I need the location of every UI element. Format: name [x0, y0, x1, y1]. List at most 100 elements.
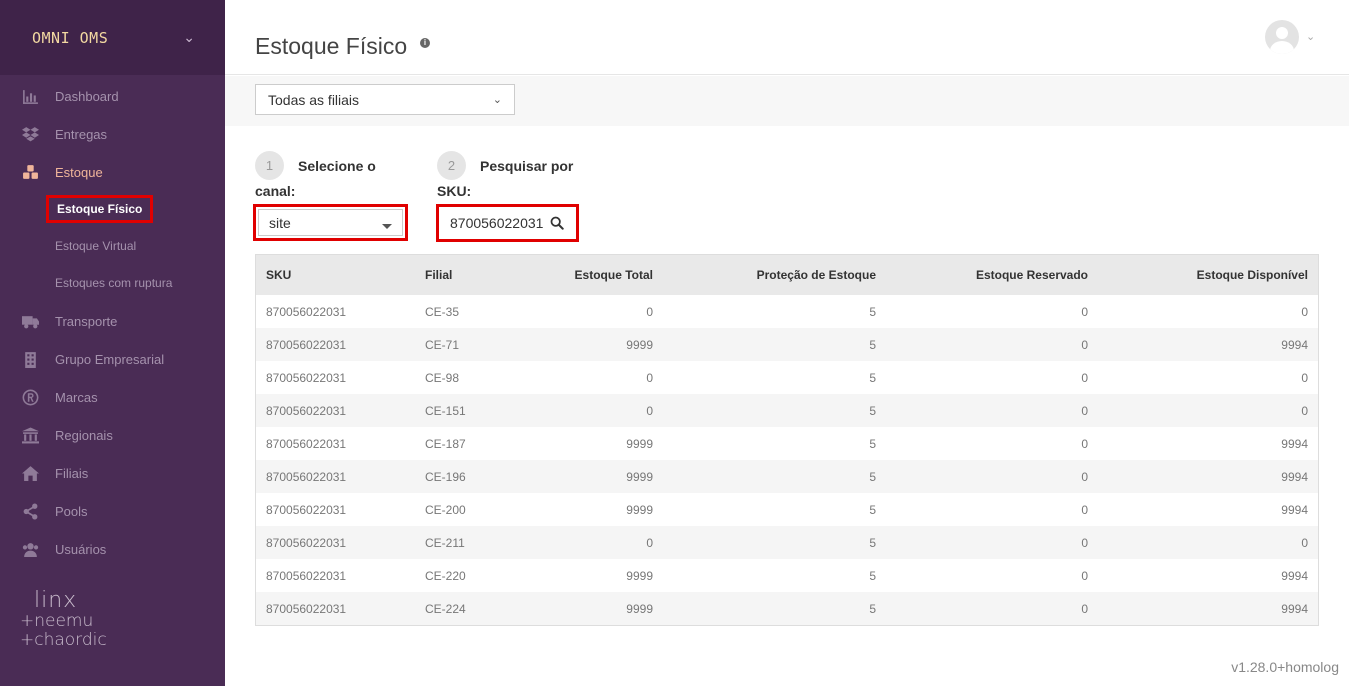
cell-filial: CE-220: [425, 568, 466, 583]
branch-select[interactable]: Todas as filiais ⌄: [255, 84, 515, 115]
bank-icon: [21, 426, 39, 444]
cell-reservado: 0: [1081, 535, 1088, 550]
search-icon[interactable]: [550, 216, 566, 232]
cell-estoque-total: 0: [646, 403, 653, 418]
brand-header[interactable]: OMNI OMS ⌄: [0, 0, 225, 75]
chevron-down-icon: ⌄: [492, 94, 502, 106]
cell-sku: 870056022031: [266, 370, 347, 385]
sidebar-item-label: Grupo Empresarial: [55, 351, 165, 367]
sidebar-item-dashboard[interactable]: Dashboard: [0, 84, 225, 108]
page-header: Estoque Físico i ⌄: [225, 0, 1349, 75]
step-2: 2 Pesquisar por: [437, 151, 573, 180]
stock-table: SKU Filial Estoque Total Proteção de Est…: [255, 254, 1319, 626]
cell-estoque-total: 9999: [626, 568, 653, 583]
cell-disponivel: 9994: [1281, 568, 1308, 583]
cell-protecao: 5: [869, 568, 876, 583]
brand-name: OMNI OMS: [32, 28, 109, 47]
sidebar-item-entregas[interactable]: Entregas: [0, 122, 225, 146]
column-header-protecao[interactable]: Proteção de Estoque: [663, 255, 886, 295]
sidebar-item-pools[interactable]: Pools: [0, 499, 225, 523]
step-label-cont: SKU:: [437, 183, 472, 199]
channel-select[interactable]: site: [253, 204, 408, 241]
cell-disponivel: 0: [1301, 535, 1308, 550]
cell-protecao: 5: [869, 337, 876, 352]
sidebar-item-marcas[interactable]: Marcas: [0, 385, 225, 409]
step-label-cont: canal:: [255, 183, 296, 199]
dropbox-icon: [21, 125, 39, 143]
submenu-estoque-fisico[interactable]: Estoque Físico: [46, 195, 154, 223]
cell-reservado: 0: [1081, 568, 1088, 583]
cell-filial: CE-187: [425, 436, 466, 451]
logo-line-1: linx: [34, 588, 78, 613]
cell-sku: 870056022031: [266, 502, 347, 517]
submenu-estoques-ruptura[interactable]: Estoques com ruptura: [55, 276, 172, 290]
table-row: 870056022031 CE-35 0 5 0 0: [256, 295, 1318, 328]
version-label: v1.28.0+homolog: [1231, 659, 1339, 675]
sidebar-item-usuarios[interactable]: Usuários: [0, 537, 225, 561]
chevron-down-icon[interactable]: ⌄: [1306, 30, 1315, 43]
step-number: 2: [437, 151, 466, 180]
column-header-sku[interactable]: SKU: [256, 255, 415, 295]
cell-protecao: 5: [869, 304, 876, 319]
cell-protecao: 5: [869, 370, 876, 385]
cell-sku: 870056022031: [266, 337, 347, 352]
cell-estoque-total: 0: [646, 535, 653, 550]
step-label: Pesquisar por: [480, 157, 574, 174]
cell-reservado: 0: [1081, 403, 1088, 418]
table-row: 870056022031 CE-187 9999 5 0 9994: [256, 427, 1318, 460]
column-header-estoque-total[interactable]: Estoque Total: [525, 255, 663, 295]
sidebar-item-label: Regionais: [55, 427, 113, 443]
sidebar-item-regionais[interactable]: Regionais: [0, 423, 225, 447]
cell-reservado: 0: [1081, 370, 1088, 385]
sidebar-item-transporte[interactable]: Transporte: [0, 309, 225, 333]
sidebar: OMNI OMS ⌄ Dashboard Entregas Estoque Es…: [0, 0, 225, 686]
sidebar-item-label: Transporte: [55, 313, 118, 329]
column-header-disponivel[interactable]: Estoque Disponível: [1098, 255, 1318, 295]
registered-icon: [21, 388, 39, 406]
cell-reservado: 0: [1081, 601, 1088, 616]
sidebar-item-estoque[interactable]: Estoque: [0, 160, 225, 184]
sidebar-item-grupo-empresarial[interactable]: Grupo Empresarial: [0, 347, 225, 371]
cell-protecao: 5: [869, 535, 876, 550]
logo-line-2: +neemu: [20, 611, 94, 631]
cell-sku: 870056022031: [266, 436, 347, 451]
table-row: 870056022031 CE-200 9999 5 0 9994: [256, 493, 1318, 526]
cell-disponivel: 9994: [1281, 502, 1308, 517]
sidebar-item-label: Estoque: [55, 164, 103, 180]
cell-disponivel: 0: [1301, 370, 1308, 385]
cubes-icon: [21, 163, 39, 181]
sidebar-item-label: Usuários: [55, 541, 107, 557]
step-number: 1: [255, 151, 284, 180]
chevron-down-icon[interactable]: ⌄: [183, 29, 195, 46]
sku-search-input[interactable]: [442, 210, 550, 236]
cell-protecao: 5: [869, 469, 876, 484]
cell-disponivel: 9994: [1281, 601, 1308, 616]
cell-reservado: 0: [1081, 502, 1088, 517]
branch-select-value: Todas as filiais: [268, 91, 360, 108]
cell-sku: 870056022031: [266, 469, 347, 484]
sidebar-item-label: Marcas: [55, 389, 98, 405]
cell-filial: CE-211: [425, 535, 465, 550]
cell-disponivel: 9994: [1281, 469, 1308, 484]
cell-protecao: 5: [869, 436, 876, 451]
cell-filial: CE-224: [425, 601, 466, 616]
info-icon[interactable]: i: [420, 38, 430, 48]
cell-reservado: 0: [1081, 304, 1088, 319]
cell-filial: CE-98: [425, 370, 460, 385]
cell-sku: 870056022031: [266, 403, 347, 418]
cell-estoque-total: 9999: [626, 502, 653, 517]
sidebar-item-filiais[interactable]: Filiais: [0, 461, 225, 485]
cell-disponivel: 0: [1301, 304, 1308, 319]
table-row: 870056022031 CE-151 0 5 0 0: [256, 394, 1318, 427]
bar-chart-icon: [21, 87, 39, 105]
cell-reservado: 0: [1081, 436, 1088, 451]
truck-icon: [21, 312, 39, 330]
table-row: 870056022031 CE-196 9999 5 0 9994: [256, 460, 1318, 493]
page-title: Estoque Físico: [255, 33, 408, 59]
channel-select-box[interactable]: site: [258, 209, 403, 236]
column-header-filial[interactable]: Filial: [415, 255, 525, 295]
column-header-reservado[interactable]: Estoque Reservado: [886, 255, 1098, 295]
linx-logo: linx +neemu +chaordic: [20, 590, 107, 650]
avatar[interactable]: [1265, 20, 1299, 54]
submenu-estoque-virtual[interactable]: Estoque Virtual: [55, 239, 136, 253]
